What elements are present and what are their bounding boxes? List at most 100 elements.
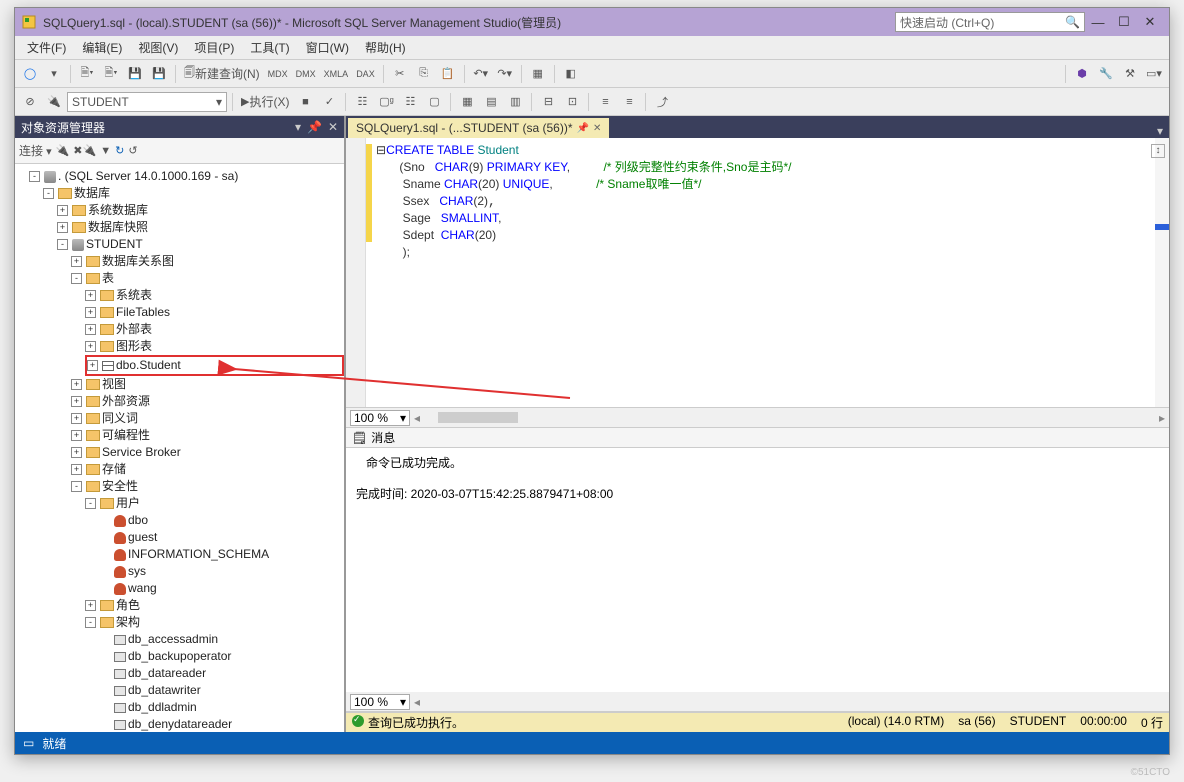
vs-icon[interactable]: ⬢ — [1071, 63, 1093, 85]
disconnect-icon[interactable]: ⊘ — [19, 91, 41, 113]
tab-close-icon[interactable]: ✕ — [593, 123, 601, 134]
stop-icon[interactable]: ■ — [294, 91, 316, 113]
schema-backupoperator[interactable]: db_backupoperator — [128, 648, 231, 665]
editor-hscroll-thumb[interactable] — [438, 412, 518, 423]
redo-icon[interactable]: ↷▾ — [494, 63, 516, 85]
back-button[interactable]: ◯ — [19, 63, 41, 85]
conn-icon[interactable]: 🔌 — [56, 144, 70, 157]
schema-datawriter[interactable]: db_datawriter — [128, 682, 201, 699]
menu-file[interactable]: 文件(F) — [19, 39, 74, 56]
stop-icon2[interactable]: ↺ — [128, 144, 137, 157]
grid-icon[interactable]: ▦ — [527, 63, 549, 85]
editor-zoom-select[interactable]: 100 %▾ — [350, 410, 410, 426]
outdent-icon[interactable]: ≡ — [618, 91, 640, 113]
schema-denydatareader[interactable]: db_denydatareader — [128, 716, 232, 732]
window-icon[interactable]: ▭▾ — [1143, 63, 1165, 85]
tree-dbo-student[interactable]: dbo.Student — [116, 357, 181, 374]
sql-editor[interactable]: ↕ ⊟CREATE TABLE Student (Sno CHAR(9) PRI… — [346, 138, 1169, 408]
schema-accessadmin[interactable]: db_accessadmin — [128, 631, 218, 648]
fwd-button[interactable]: ▾ — [43, 63, 65, 85]
user-wang[interactable]: wang — [128, 580, 157, 597]
new-query-button[interactable]: 🗐 新建查询(N) — [181, 63, 263, 85]
new-file-icon[interactable]: 🗎▾ — [76, 63, 98, 85]
copy-icon[interactable]: ⎘ — [413, 63, 435, 85]
specify-icon[interactable]: ⤴ — [651, 91, 673, 113]
user-sys[interactable]: sys — [128, 563, 146, 580]
tree-schemas[interactable]: 架构 — [116, 614, 140, 631]
menu-help[interactable]: 帮助(H) — [357, 39, 414, 56]
tree-diagrams[interactable]: 数据库关系图 — [102, 253, 174, 270]
tree-snapshots[interactable]: 数据库快照 — [88, 219, 148, 236]
uncomment-icon[interactable]: ⊡ — [561, 91, 583, 113]
filter-icon[interactable]: ▼ — [100, 145, 111, 157]
results-file-icon[interactable]: ▥ — [504, 91, 526, 113]
tree-programmability[interactable]: 可编程性 — [102, 427, 150, 444]
tree-systables[interactable]: 系统表 — [116, 287, 152, 304]
tabbar-menu-icon[interactable]: ▾ — [1151, 124, 1169, 138]
tree-student-db[interactable]: STUDENT — [86, 236, 143, 253]
database-selector[interactable]: STUDENT▾ — [67, 92, 227, 112]
parse-icon[interactable]: ✓ — [318, 91, 340, 113]
refresh-icon[interactable]: ↻ — [115, 144, 124, 157]
close-button[interactable]: ✕ — [1137, 14, 1163, 30]
tree-filetables[interactable]: FileTables — [116, 304, 170, 321]
execute-button[interactable]: ▶ 执行(X) — [238, 91, 292, 113]
plan-icon[interactable]: ☷ — [351, 91, 373, 113]
tree-extresources[interactable]: 外部资源 — [102, 393, 150, 410]
messages-pane[interactable]: 命令已成功完成。 完成时间: 2020-03-07T15:42:25.88794… — [346, 448, 1169, 692]
options-icon[interactable]: ▢ᵍ — [375, 91, 397, 113]
results-grid-icon[interactable]: ▦ — [456, 91, 478, 113]
hammer-icon[interactable]: ⚒ — [1119, 63, 1141, 85]
mdx-icon[interactable]: MDX — [265, 63, 291, 85]
pin-icon[interactable]: 📌 — [307, 120, 322, 134]
user-dbo[interactable]: dbo — [128, 512, 148, 529]
user-guest[interactable]: guest — [128, 529, 157, 546]
tree-storage[interactable]: 存储 — [102, 461, 126, 478]
tree-roles[interactable]: 角色 — [116, 597, 140, 614]
save-all-icon[interactable]: 💾 — [148, 63, 170, 85]
results-text-icon[interactable]: ▤ — [480, 91, 502, 113]
quick-launch[interactable]: 快速启动 (Ctrl+Q) 🔍 — [895, 12, 1085, 32]
menu-project[interactable]: 项目(P) — [186, 39, 242, 56]
menu-edit[interactable]: 编辑(E) — [74, 39, 130, 56]
menu-tools[interactable]: 工具(T) — [242, 39, 297, 56]
menu-view[interactable]: 视图(V) — [130, 39, 186, 56]
activity-icon[interactable]: ◧ — [560, 63, 582, 85]
save-icon[interactable]: 💾 — [124, 63, 146, 85]
undo-icon[interactable]: ↶▾ — [470, 63, 492, 85]
tree-servicebroker[interactable]: Service Broker — [102, 444, 181, 461]
dmx-icon[interactable]: DMX — [293, 63, 319, 85]
sql-text[interactable]: ⊟CREATE TABLE Student (Sno CHAR(9) PRIMA… — [376, 142, 791, 261]
open-icon[interactable]: 🗎▾ — [100, 63, 122, 85]
tree-synonyms[interactable]: 同义词 — [102, 410, 138, 427]
dax-icon[interactable]: DAX — [353, 63, 378, 85]
minimize-button[interactable]: — — [1085, 15, 1111, 30]
tree-graphtables[interactable]: 图形表 — [116, 338, 152, 355]
connect-label[interactable]: 连接 ▾ — [19, 142, 52, 159]
tree-server[interactable]: . (SQL Server 14.0.1000.169 - sa) — [58, 168, 238, 185]
maximize-button[interactable]: ☐ — [1111, 14, 1137, 30]
user-info-schema[interactable]: INFORMATION_SCHEMA — [128, 546, 269, 563]
tree-security[interactable]: 安全性 — [102, 478, 138, 495]
indent-icon[interactable]: ≡ — [594, 91, 616, 113]
editor-tab[interactable]: SQLQuery1.sql - (...STUDENT (sa (56))* 📌… — [348, 118, 609, 138]
messages-zoom-select[interactable]: 100 %▾ — [350, 694, 410, 710]
comment-icon[interactable]: ⊟ — [537, 91, 559, 113]
cut-icon[interactable]: ✂ — [389, 63, 411, 85]
disconn-icon[interactable]: ✖🔌 — [73, 144, 96, 157]
dropdown-icon[interactable]: ▾ — [295, 120, 301, 134]
tree-sysdb[interactable]: 系统数据库 — [88, 202, 148, 219]
menu-window[interactable]: 窗口(W) — [298, 39, 357, 56]
tree-users[interactable]: 用户 — [116, 495, 140, 512]
tree-tables[interactable]: 表 — [102, 270, 114, 287]
object-explorer-tree[interactable]: - . (SQL Server 14.0.1000.169 - sa) - 数据… — [15, 164, 344, 732]
paste-icon[interactable]: 📋 — [437, 63, 459, 85]
tree-databases[interactable]: 数据库 — [74, 185, 110, 202]
schema-ddladmin[interactable]: db_ddladmin — [128, 699, 197, 716]
panel-close-icon[interactable]: ✕ — [328, 120, 338, 134]
live-icon[interactable]: ▢ — [423, 91, 445, 113]
tab-pin-icon[interactable]: 📌 — [577, 123, 589, 134]
messages-tab[interactable]: 消息 — [371, 429, 395, 446]
editor-split-icon[interactable]: ↕ — [1151, 144, 1165, 158]
tree-externaltables[interactable]: 外部表 — [116, 321, 152, 338]
